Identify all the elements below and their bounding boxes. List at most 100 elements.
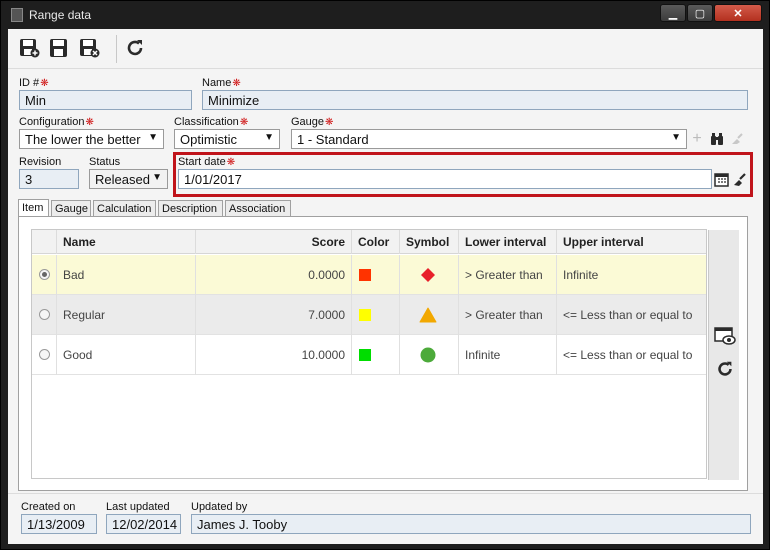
classification-label: Classification❋ xyxy=(174,116,249,128)
classification-value: Optimistic xyxy=(180,132,238,147)
red-diamond-icon xyxy=(421,268,435,282)
created-on-label: Created on xyxy=(21,501,76,513)
dropdown-arrow-icon: ▼ xyxy=(671,132,681,143)
classification-select[interactable]: Optimistic ▼ xyxy=(174,129,280,149)
status-label: Status xyxy=(89,156,121,168)
row-select-cell[interactable] xyxy=(32,335,57,375)
name-label: Name❋ xyxy=(202,77,241,89)
table-row[interactable]: Good 10.0000 Infinite <= Less than or eq… xyxy=(32,335,706,375)
toolbar-separator xyxy=(116,35,117,63)
score-cell: 10.0000 xyxy=(196,335,352,375)
save-icon xyxy=(50,39,67,57)
row-radio[interactable] xyxy=(39,349,50,360)
save-button[interactable] xyxy=(48,37,70,59)
color-swatch xyxy=(359,309,371,321)
row-select-cell[interactable] xyxy=(32,295,57,335)
calendar-button[interactable] xyxy=(712,169,730,189)
header-upper-interval[interactable]: Upper interval xyxy=(557,230,706,254)
table-row[interactable]: Regular 7.0000 > Greater than <= Less th… xyxy=(32,295,706,335)
save-new-icon xyxy=(20,39,40,58)
status-value: Released xyxy=(95,172,150,187)
table-header: Name Score Color Symbol Lower interval U… xyxy=(32,230,706,254)
close-button[interactable]: ✕ xyxy=(714,4,762,22)
symbol-cell xyxy=(400,335,459,375)
close-icon: ✕ xyxy=(733,7,743,20)
dialog-body: ID #❋ Min Name❋ Minimize Configuration❋ … xyxy=(8,29,763,544)
gauge-value: 1 - Standard xyxy=(297,132,369,147)
gauge-select[interactable]: 1 - Standard ▼ xyxy=(291,129,687,149)
score-cell: 7.0000 xyxy=(196,295,352,335)
yellow-triangle-icon xyxy=(419,307,437,323)
dropdown-arrow-icon: ▼ xyxy=(264,132,274,143)
table-row[interactable]: Bad 0.0000 > Greater than Infinite xyxy=(32,255,706,295)
view-window-icon xyxy=(714,327,736,345)
dropdown-arrow-icon: ▼ xyxy=(152,172,162,183)
add-gauge-button[interactable]: + xyxy=(688,129,706,149)
required-icon: ❋ xyxy=(232,78,241,89)
header-name[interactable]: Name xyxy=(57,230,196,254)
created-on-field: 1/13/2009 xyxy=(21,514,97,534)
upper-interval-cell: Infinite xyxy=(563,268,599,282)
footer-separator xyxy=(8,493,763,494)
row-radio[interactable] xyxy=(39,269,50,280)
refresh-icon xyxy=(127,40,143,56)
symbol-cell xyxy=(400,295,459,335)
updated-by-field: James J. Tooby xyxy=(191,514,751,534)
name-cell: Regular xyxy=(57,295,196,335)
lower-interval-cell: Infinite xyxy=(459,335,557,375)
color-cell xyxy=(352,255,400,295)
title-bar: Range data ▁ ▢ ✕ xyxy=(1,1,769,29)
view-gauge-button[interactable] xyxy=(708,129,726,149)
row-select-cell[interactable] xyxy=(32,255,57,295)
revision-field[interactable]: 3 xyxy=(19,169,79,189)
configuration-value: The lower the better xyxy=(25,132,141,147)
status-select[interactable]: Released ▼ xyxy=(89,169,168,189)
minimize-icon: ▁ xyxy=(668,7,678,20)
plus-icon: + xyxy=(692,130,702,147)
header-score[interactable]: Score xyxy=(196,230,352,254)
item-tab-panel: Name Score Color Symbol Lower interval U… xyxy=(18,216,748,491)
id-field[interactable]: Min xyxy=(19,90,192,110)
name-cell: Bad xyxy=(57,255,196,295)
refresh-icon xyxy=(718,361,732,376)
window-title: Range data xyxy=(29,8,92,22)
row-radio[interactable] xyxy=(39,309,50,320)
range-data-window: Range data ▁ ▢ ✕ ID #❋ Min Name❋ Minimiz… xyxy=(0,0,770,550)
save-close-icon xyxy=(80,39,100,58)
toolbar xyxy=(8,29,763,69)
clear-gauge-button[interactable] xyxy=(728,129,746,149)
ranges-table: Name Score Color Symbol Lower interval U… xyxy=(31,229,739,480)
upper-interval-cell: <= Less than or equal to xyxy=(563,308,693,322)
maximize-icon: ▢ xyxy=(694,7,706,20)
configuration-label: Configuration❋ xyxy=(19,116,94,128)
required-icon: ❋ xyxy=(40,78,49,89)
gauge-label: Gauge❋ xyxy=(291,116,334,128)
color-cell xyxy=(352,295,400,335)
calendar-icon xyxy=(713,172,729,187)
save-new-button[interactable] xyxy=(18,37,40,59)
last-updated-label: Last updated xyxy=(106,501,170,513)
refresh-button[interactable] xyxy=(124,37,146,59)
save-close-button[interactable] xyxy=(78,37,100,59)
required-icon: ❋ xyxy=(325,117,334,128)
app-icon xyxy=(11,8,23,22)
table-refresh-button[interactable] xyxy=(714,358,736,380)
clear-date-button[interactable] xyxy=(730,169,748,189)
maximize-button[interactable]: ▢ xyxy=(687,4,713,22)
header-color[interactable]: Color xyxy=(352,230,400,254)
name-field[interactable]: Minimize xyxy=(202,90,748,110)
header-lower-interval[interactable]: Lower interval xyxy=(459,230,557,254)
configuration-select[interactable]: The lower the better ▼ xyxy=(19,129,164,149)
start-date-label: Start date❋ xyxy=(178,156,236,168)
start-date-field[interactable]: 1/01/2017 xyxy=(178,169,712,189)
updated-by-label: Updated by xyxy=(191,501,248,513)
name-cell: Good xyxy=(57,335,196,375)
dropdown-arrow-icon: ▼ xyxy=(148,132,158,143)
color-swatch xyxy=(359,349,371,361)
header-symbol[interactable]: Symbol xyxy=(400,230,459,254)
eraser-icon xyxy=(733,172,746,186)
color-swatch xyxy=(359,269,371,281)
minimize-button[interactable]: ▁ xyxy=(660,4,686,22)
view-item-button[interactable] xyxy=(714,325,736,347)
id-label: ID #❋ xyxy=(19,77,49,89)
